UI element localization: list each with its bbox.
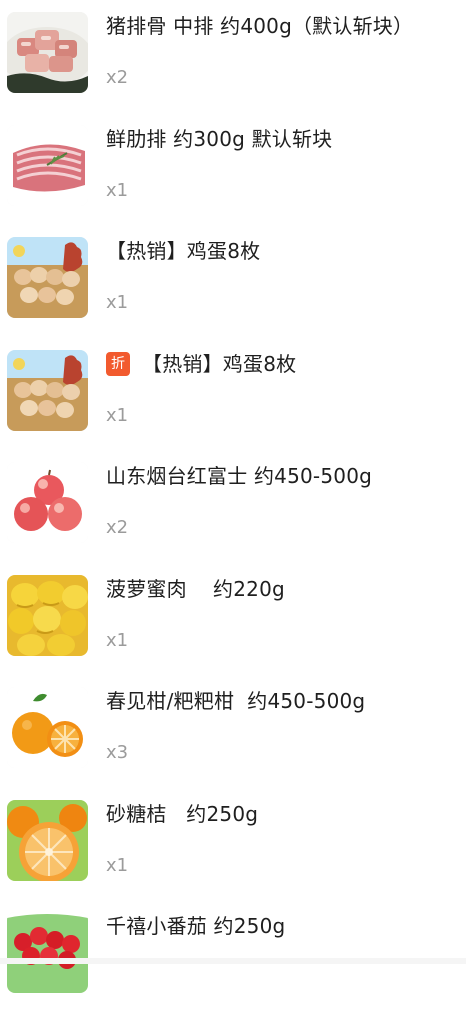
product-title: 山东烟台红富士 约450-500g	[106, 464, 373, 488]
product-title: 菠萝蜜肉 约220g	[106, 576, 285, 601]
quantity-label: x1	[106, 854, 129, 876]
cherry-tomato-photo	[7, 912, 88, 993]
quantity-label: x2	[106, 67, 129, 88]
product-title: 【热销】鸡蛋8枚	[142, 351, 297, 376]
product-title: 猪排骨 中排 约400g（默认斩块）	[106, 14, 414, 38]
list-item[interactable]: 折 【热销】鸡蛋8枚 x1	[0, 338, 466, 451]
list-item[interactable]: 鲜肋排 约300g 默认斩块 x1	[0, 113, 466, 226]
fuji-apple-photo	[7, 462, 88, 543]
quantity-label: x1	[106, 404, 129, 426]
product-title: 春见柑/粑粑柑 约450-500g	[106, 689, 366, 713]
list-item[interactable]: 千禧小番茄 约250g	[0, 900, 466, 1013]
product-title: 砂糖桔 约250g	[106, 801, 259, 826]
eggs-photo	[7, 237, 88, 318]
list-item[interactable]: 砂糖桔 约250g x1	[0, 788, 466, 901]
list-item[interactable]: 猪排骨 中排 约400g（默认斩块） x2	[0, 0, 466, 113]
quantity-label: x1	[106, 179, 129, 201]
quantity-label: x3	[106, 742, 129, 763]
quantity-label: x2	[106, 517, 129, 538]
list-item[interactable]: 春见柑/粑粑柑 约450-500g x3	[0, 675, 466, 788]
product-title: 千禧小番茄 约250g	[106, 914, 286, 938]
product-title: 鲜肋排 约300g 默认斩块	[106, 126, 333, 151]
quantity-label: x1	[106, 292, 129, 313]
list-item[interactable]: 菠萝蜜肉 约220g x1	[0, 563, 466, 676]
jackfruit-photo	[7, 574, 88, 656]
mandarin-photo	[7, 799, 88, 881]
eggs-photo	[7, 349, 88, 431]
fresh-ribs-photo	[7, 124, 88, 206]
pork-spare-ribs-photo	[7, 12, 88, 93]
quantity-label: x1	[106, 629, 129, 651]
list-item[interactable]: 【热销】鸡蛋8枚 x1	[0, 225, 466, 338]
orange-photo	[7, 687, 88, 768]
bottom-divider	[0, 958, 466, 964]
product-title: 【热销】鸡蛋8枚	[106, 239, 261, 263]
list-item[interactable]: 山东烟台红富士 约450-500g x2	[0, 450, 466, 563]
order-item-list: 猪排骨 中排 约400g（默认斩块） x2 鲜肋排 约300g 默认斩块 x1	[0, 0, 466, 1013]
discount-badge: 折	[106, 351, 130, 376]
